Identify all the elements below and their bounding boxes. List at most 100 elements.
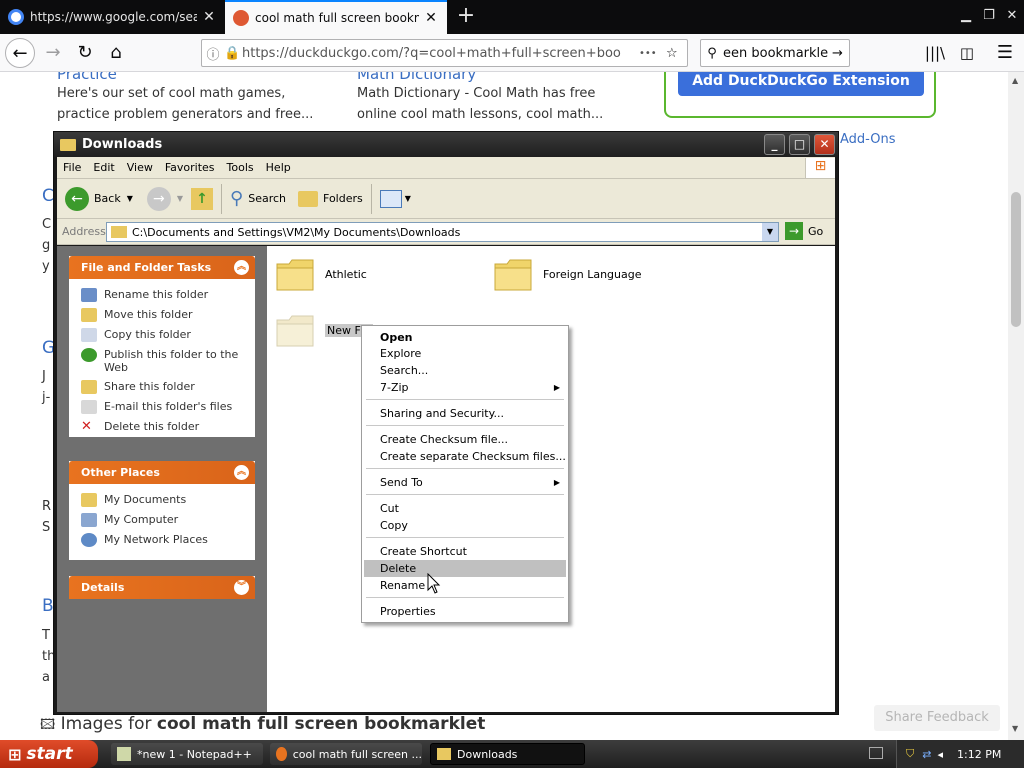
place-my-network[interactable]: My Network Places [69, 530, 255, 550]
panel-header[interactable]: Details ︾ [69, 576, 255, 599]
result-snippet: online cool math lessons, cool math... [357, 107, 604, 122]
scroll-thumb[interactable] [1011, 192, 1021, 327]
search-input[interactable]: een bookmarklet [723, 46, 828, 61]
minimize-icon[interactable]: _ [764, 134, 785, 155]
task-move[interactable]: Move this folder [69, 305, 255, 325]
close-icon[interactable]: ✕ [423, 10, 439, 26]
views-button[interactable]: ▼ [379, 183, 411, 215]
menu-icon[interactable]: ☰ [990, 38, 1020, 68]
menu-item-7zip[interactable]: 7-Zip ▶ [364, 379, 566, 396]
place-my-documents[interactable]: My Documents [69, 490, 255, 510]
folder-label: Foreign Language [543, 267, 642, 281]
folder-item[interactable]: Foreign Language [493, 256, 642, 292]
menu-item-sharing[interactable]: Sharing and Security... [364, 405, 566, 422]
shield-icon[interactable]: ⛉ [906, 747, 914, 761]
addons-link[interactable]: Add-Ons [840, 129, 895, 150]
menu-item-explore[interactable]: Explore [364, 345, 566, 362]
menu-item-delete[interactable]: Delete [364, 560, 566, 577]
address-field[interactable]: C:\Documents and Settings\VM2\My Documen… [106, 222, 779, 242]
close-icon[interactable]: ✕ [814, 134, 835, 155]
tab-duckduckgo[interactable]: cool math full screen bookmarklet ✕ [225, 0, 447, 34]
page-scrollbar[interactable]: ▲ ▼ [1008, 72, 1024, 742]
menu-item-search[interactable]: Search... [364, 362, 566, 379]
chevron-down-icon[interactable]: ▼ [177, 194, 183, 203]
page-actions-icon[interactable]: ••• [639, 48, 657, 59]
task-publish[interactable]: Publish this folder to the Web [69, 345, 255, 377]
expand-chevron-icon[interactable]: ︾ [234, 580, 249, 595]
url-bar[interactable]: ⓘ 🔒 https://duckduckgo.com/?q=cool+math+… [201, 39, 688, 67]
place-my-computer[interactable]: My Computer [69, 510, 255, 530]
scroll-up-icon[interactable]: ▲ [1012, 76, 1018, 85]
folder-item[interactable]: Athletic [275, 256, 367, 292]
menu-item-create-separate-checksum[interactable]: Create separate Checksum files... [364, 448, 566, 465]
menu-edit[interactable]: Edit [87, 161, 120, 174]
clock[interactable]: 1:12 PM [957, 748, 1001, 761]
task-delete[interactable]: ✕ Delete this folder [69, 417, 255, 437]
menu-item-properties[interactable]: Properties [364, 603, 566, 620]
close-icon[interactable]: ✕ [201, 9, 217, 25]
task-label: Copy this folder [104, 328, 191, 341]
collapse-chevron-icon[interactable]: ︽ [234, 260, 249, 275]
search-button[interactable]: ⚲ Search [230, 183, 286, 215]
minimize-icon[interactable]: ▁ [956, 6, 976, 26]
menu-favorites[interactable]: Favorites [159, 161, 221, 174]
explorer-titlebar[interactable]: Downloads _ □ ✕ [54, 132, 838, 157]
menu-file[interactable]: File [57, 161, 87, 174]
result-fragment: j- [42, 390, 51, 405]
panel-header[interactable]: File and Folder Tasks ︽ [69, 256, 255, 279]
taskbar-downloads[interactable]: Downloads [430, 743, 585, 765]
menu-view[interactable]: View [121, 161, 159, 174]
scroll-down-icon[interactable]: ▼ [1012, 724, 1018, 733]
folder-item-selected[interactable]: New Folder [275, 312, 373, 348]
up-folder-button[interactable]: ↑ [191, 183, 214, 215]
chevron-down-icon[interactable]: ▼ [762, 223, 778, 241]
menu-item-copy[interactable]: Copy [364, 517, 566, 534]
menu-item-rename[interactable]: Rename [364, 577, 566, 594]
keyboard-icon[interactable] [869, 747, 883, 759]
share-feedback-button[interactable]: Share Feedback [874, 705, 1000, 731]
back-button[interactable]: ← Back ▼ [65, 183, 133, 215]
go-arrow-icon[interactable]: → [832, 46, 843, 61]
info-icon[interactable]: ⓘ [202, 44, 224, 63]
url-text[interactable]: https://duckduckgo.com/?q=cool+math+full… [242, 46, 622, 61]
menu-item-send-to[interactable]: Send To ▶ [364, 474, 566, 491]
task-share[interactable]: Share this folder [69, 377, 255, 397]
taskbar-firefox[interactable]: cool math full screen ... [270, 743, 422, 765]
maximize-icon[interactable]: □ [789, 134, 810, 155]
volume-icon[interactable]: ◂ [937, 748, 943, 761]
image-icon: 🖾 [40, 717, 56, 733]
folders-button[interactable]: Folders [298, 183, 363, 215]
add-extension-button[interactable]: Add DuckDuckGo Extension [678, 72, 924, 96]
bookmark-star-icon[interactable]: ☆ [666, 46, 678, 61]
menu-item-create-checksum[interactable]: Create Checksum file... [364, 431, 566, 448]
tab-google-search[interactable]: https://www.google.com/search? ✕ [0, 0, 225, 34]
library-icon[interactable]: |||\ [920, 38, 950, 68]
task-rename[interactable]: Rename this folder [69, 285, 255, 305]
menu-tools[interactable]: Tools [221, 161, 260, 174]
go-button[interactable]: → Go [785, 222, 823, 240]
close-icon[interactable]: ✕ [1002, 6, 1022, 26]
start-button[interactable]: ⊞ start [0, 740, 98, 768]
chevron-down-icon[interactable]: ▼ [127, 194, 133, 203]
sidebar-icon[interactable]: ◫ [952, 38, 982, 68]
menu-item-cut[interactable]: Cut [364, 500, 566, 517]
reload-icon[interactable]: ↻ [70, 38, 100, 68]
forward-arrow-icon[interactable]: → [38, 38, 68, 68]
task-email[interactable]: E-mail this folder's files [69, 397, 255, 417]
network-icon[interactable]: ⇄ [922, 748, 931, 761]
task-copy[interactable]: Copy this folder [69, 325, 255, 345]
menu-help[interactable]: Help [260, 161, 297, 174]
panel-header[interactable]: Other Places ︽ [69, 461, 255, 484]
search-bar[interactable]: ⚲ een bookmarklet → [700, 39, 850, 67]
taskbar-notepad[interactable]: *new 1 - Notepad++ [111, 743, 263, 765]
restore-icon[interactable]: ❐ [979, 6, 999, 26]
forward-button[interactable]: → ▼ [146, 183, 183, 215]
menu-item-open[interactable]: Open [364, 329, 566, 346]
home-icon[interactable]: ⌂ [101, 38, 131, 68]
result-snippet: Here's our set of cool math games, [57, 86, 286, 101]
back-arrow-icon[interactable]: ← [5, 38, 35, 68]
new-tab-plus-icon[interactable]: + [455, 4, 477, 30]
collapse-chevron-icon[interactable]: ︽ [234, 465, 249, 480]
menu-item-create-shortcut[interactable]: Create Shortcut [364, 543, 566, 560]
images-heading[interactable]: 🖾 Images for cool math full screen bookm… [40, 714, 485, 736]
